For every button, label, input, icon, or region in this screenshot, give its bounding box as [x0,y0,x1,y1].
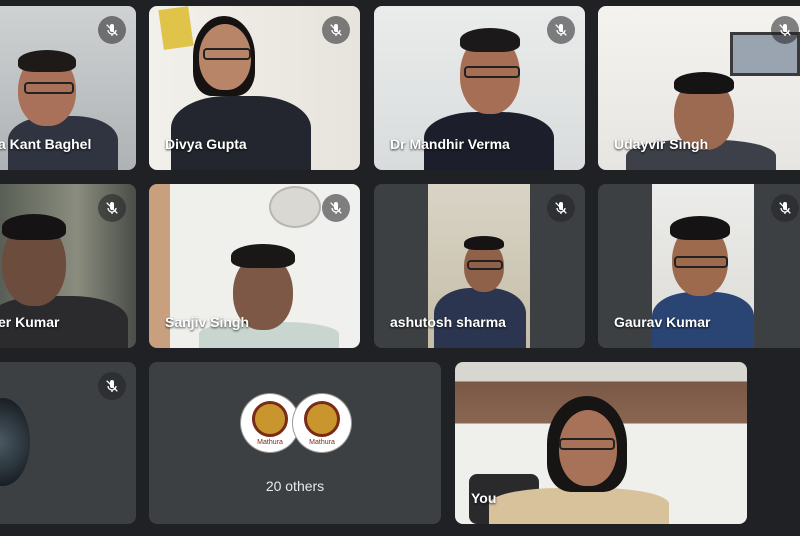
participant-name: Udayvir Singh [614,136,709,152]
participant-hair [670,216,730,240]
others-tile[interactable]: Mathura Mathura 20 others [149,362,441,524]
participant-hair [2,214,66,240]
participant-name: Divya Gupta [165,136,247,152]
glasses [24,82,74,94]
participant-tile-7[interactable]: ashutosh sharma [374,184,585,348]
institution-logo: Mathura [241,394,299,452]
participant-tile-2[interactable]: Divya Gupta [149,6,360,170]
participant-tile-5[interactable]: er Kumar [0,184,136,348]
participant-tile-1[interactable]: a Kant Baghel [0,6,136,170]
participant-name: Gaurav Kumar [614,314,711,330]
logo-text: Mathura [257,438,283,446]
participant-body [489,488,669,524]
participant-hair [460,28,520,52]
participant-name: Sanjiv Singh [165,314,250,330]
mic-off-icon [98,194,126,222]
mic-off-icon [98,372,126,400]
glasses [203,48,251,60]
participant-name: a Kant Baghel [0,136,92,152]
participant-name: Dr Mandhir Verma [390,136,510,152]
participant-tile-4[interactable]: Udayvir Singh [598,6,800,170]
emblem-icon [304,400,340,437]
self-label: You [471,490,497,506]
participant-tile-6[interactable]: Sanjiv Singh [149,184,360,348]
avatar [0,398,30,486]
mic-off-icon [547,16,575,44]
mic-off-icon [771,16,799,44]
participant-tile-avatar[interactable] [0,362,136,524]
mic-off-icon [771,194,799,222]
mic-off-icon [547,194,575,222]
mic-off-icon [98,16,126,44]
glasses [467,260,503,270]
others-count: 20 others [265,478,325,494]
institution-logo: Mathura [293,394,351,452]
logo-text: Mathura [309,438,335,446]
participant-name: er Kumar [0,314,60,330]
mic-off-icon [322,194,350,222]
participant-hair [464,236,504,250]
mic-off-icon [322,16,350,44]
emblem-icon [252,400,288,437]
participant-hair [674,72,734,94]
glasses [674,256,728,268]
glasses [464,66,520,78]
wall-poster [158,6,194,50]
participant-hair [18,50,76,72]
participant-name: ashutosh sharma [390,314,506,330]
participant-body [171,96,311,170]
participant-tile-8[interactable]: Gaurav Kumar [598,184,800,348]
fan [269,186,321,228]
self-video [455,362,747,524]
participant-tile-3[interactable]: Dr Mandhir Verma [374,6,585,170]
glasses [559,438,615,450]
self-tile[interactable]: You [455,362,747,524]
participant-hair [231,244,295,268]
